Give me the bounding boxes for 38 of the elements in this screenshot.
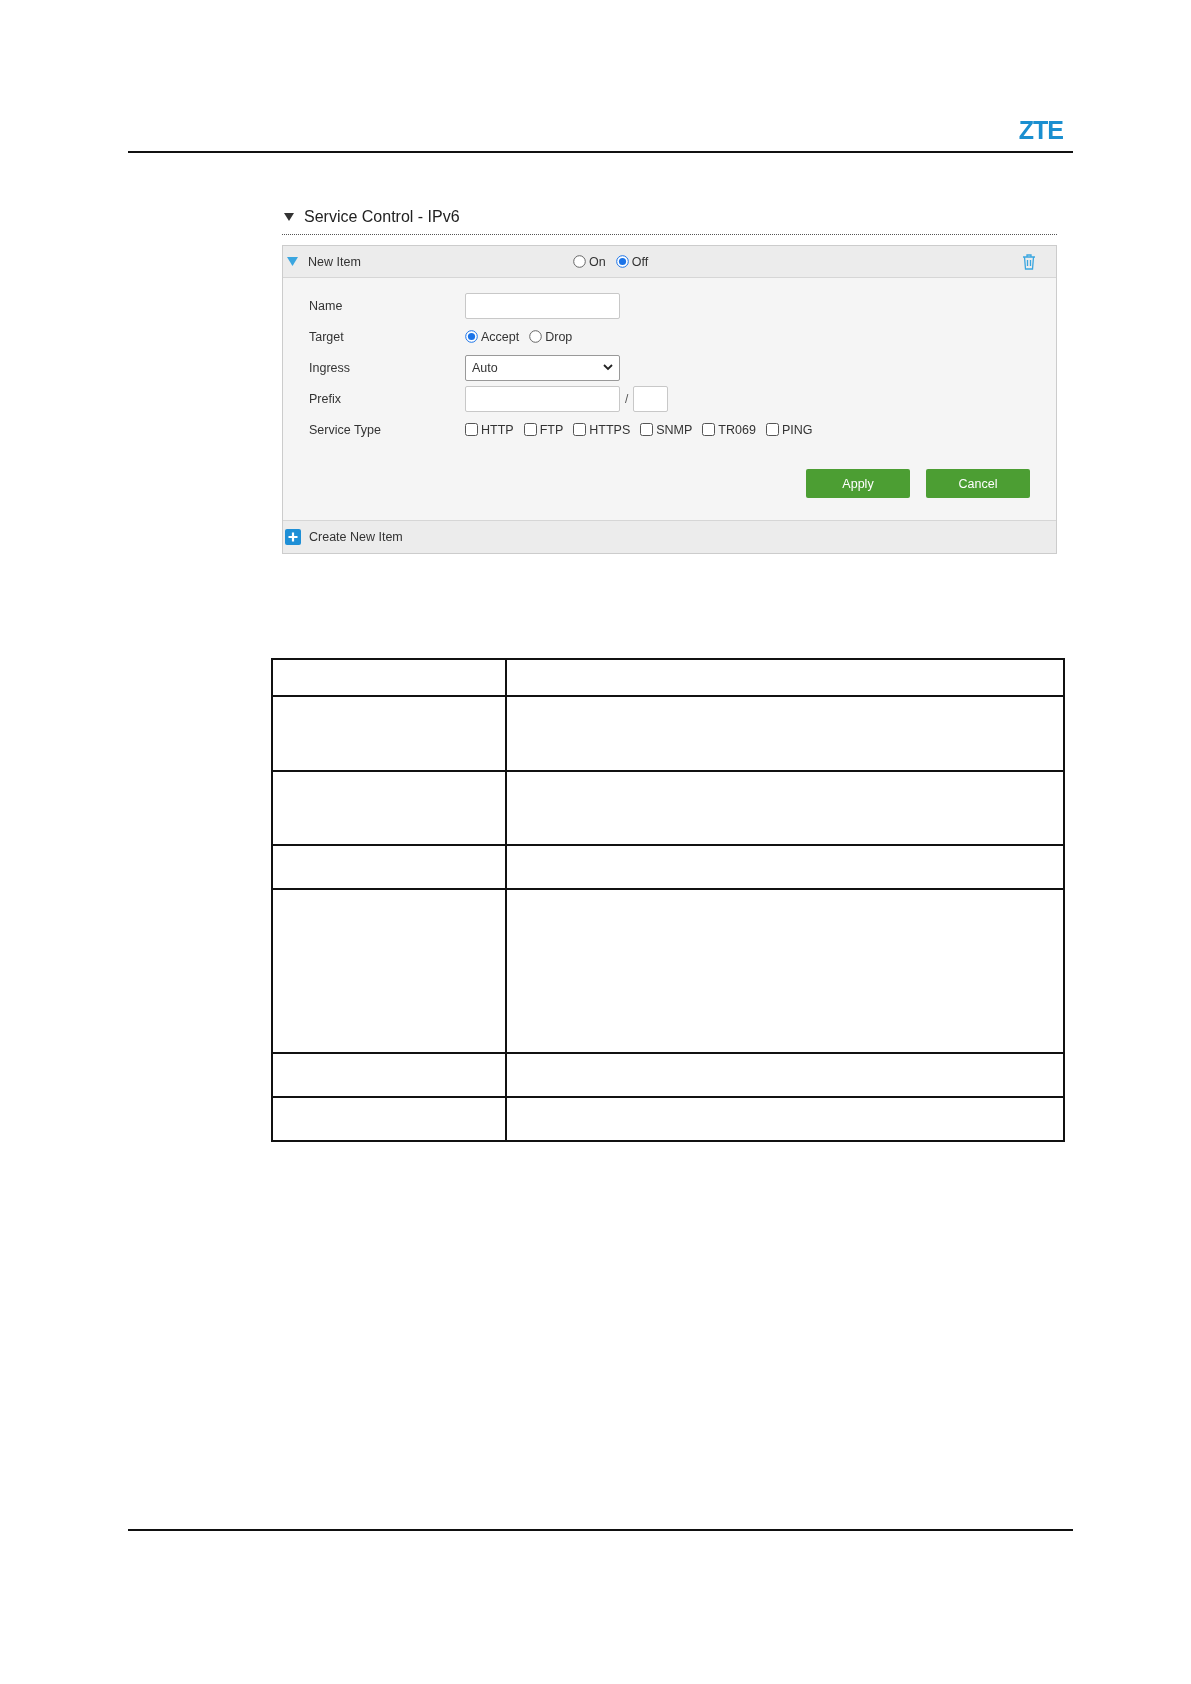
item-title: New Item — [308, 254, 362, 269]
field-label: Name — [309, 298, 344, 313]
option-label: SNMP — [656, 422, 693, 437]
option-label: HTTP — [481, 422, 514, 437]
checkbox[interactable] — [465, 423, 478, 436]
option-label: PING — [781, 422, 813, 437]
name-input[interactable] — [465, 292, 620, 319]
checkbox[interactable] — [702, 423, 716, 436]
checkbox[interactable] — [765, 423, 779, 436]
plus-icon[interactable] — [285, 529, 301, 545]
radio-button[interactable] — [529, 330, 543, 343]
option-label: On — [589, 254, 606, 269]
collapse-arrow-icon[interactable] — [284, 212, 294, 222]
option-label: HTTPS — [589, 422, 631, 437]
option-label: Drop — [545, 329, 573, 344]
option-label: Accept — [481, 329, 520, 344]
field-label: Ingress — [309, 360, 351, 375]
field-label: Target — [309, 329, 345, 344]
section-title: Service Control - IPv6 — [304, 208, 460, 226]
ingress-select[interactable]: Auto — [465, 354, 620, 381]
radio-button[interactable] — [465, 330, 478, 343]
chevron-down-icon — [603, 364, 613, 371]
field-label: Service Type — [309, 422, 383, 437]
option-label: FTP — [539, 422, 564, 437]
option-label: TR069 — [718, 422, 756, 437]
prefix-length-input[interactable] — [633, 385, 669, 412]
prefix-input[interactable] — [465, 385, 620, 412]
checkbox[interactable] — [573, 423, 587, 436]
create-new-item-link[interactable]: Create New Item — [309, 530, 403, 544]
radio-button[interactable] — [615, 255, 629, 268]
checkbox[interactable] — [523, 423, 537, 436]
slash-separator: / — [625, 391, 629, 406]
trash-icon[interactable] — [1022, 253, 1036, 270]
option-label: Off — [631, 254, 649, 269]
field-label: Prefix — [309, 391, 342, 406]
checkbox[interactable] — [640, 423, 654, 436]
radio-button[interactable] — [573, 255, 586, 268]
logo: ZTE — [1018, 118, 1063, 143]
